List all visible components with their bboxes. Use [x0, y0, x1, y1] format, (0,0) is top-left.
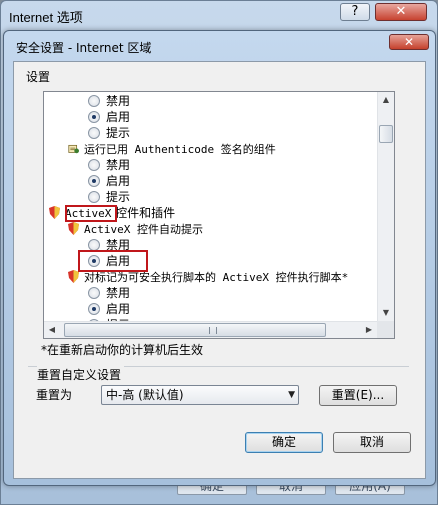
ok-button[interactable]: 确定: [245, 432, 323, 453]
tree-radio-disable[interactable]: 禁用: [88, 93, 130, 109]
shield-icon: [68, 222, 79, 235]
radio-button[interactable]: [88, 95, 100, 107]
tree-radio-enable[interactable]: 启用: [88, 109, 130, 125]
scrollbar-thumb[interactable]: [64, 323, 326, 337]
dialog-close-button[interactable]: ✕: [389, 34, 429, 50]
radio-button[interactable]: [88, 191, 100, 203]
certificate-icon: [68, 144, 79, 154]
scrollbar-corner: [377, 321, 394, 338]
activex-highlight-box: [65, 205, 117, 222]
tree-radio-disable[interactable]: 禁用: [88, 157, 130, 173]
restart-note: *在重新启动你的计算机后生效: [41, 343, 204, 357]
tree-radio-prompt[interactable]: 提示: [88, 189, 130, 205]
help-button[interactable]: ?: [340, 3, 370, 21]
radio-button-selected[interactable]: [88, 111, 100, 123]
radio-button[interactable]: [88, 159, 100, 171]
tree-radio-enable[interactable]: 启用: [88, 173, 130, 189]
radio-button-selected[interactable]: [88, 303, 100, 315]
tree-setting-activex-auto-prompt: ActiveX 控件自动提示: [68, 221, 203, 237]
reset-level-value: 中-高 (默认值): [106, 388, 184, 402]
horizontal-scrollbar[interactable]: ◀ ▶: [44, 321, 377, 338]
tree-radio-prompt[interactable]: 提示: [88, 125, 130, 141]
window-close-button[interactable]: ✕: [375, 3, 427, 21]
shield-icon: [49, 206, 60, 219]
chevron-right-icon[interactable]: ▶: [361, 322, 377, 338]
tree-radio-enable[interactable]: 启用: [88, 301, 130, 317]
cancel-button[interactable]: 取消: [333, 432, 411, 453]
enable-highlight-box: [78, 250, 148, 272]
reset-group-label: 重置自定义设置: [37, 366, 125, 383]
reset-level-select[interactable]: 中-高 (默认值) ▼: [101, 385, 299, 405]
radio-button[interactable]: [88, 287, 100, 299]
dropdown-arrow-icon[interactable]: ▼: [288, 386, 295, 404]
reset-button[interactable]: 重置(E)...: [319, 385, 397, 406]
vertical-scrollbar[interactable]: ▲ ▼: [377, 92, 394, 321]
scrollbar-grip: [209, 327, 217, 334]
radio-button[interactable]: [88, 127, 100, 139]
dialog-title: 安全设置 - Internet 区域: [16, 41, 152, 55]
settings-label: 设置: [26, 70, 51, 84]
window-title: Internet 选项: [9, 10, 83, 25]
scrollbar-thumb[interactable]: [379, 125, 393, 143]
chevron-up-icon[interactable]: ▲: [378, 92, 394, 108]
tree-group-authenticode: 运行已用 Authenticode 签名的组件: [68, 141, 276, 157]
reset-to-label: 重置为: [36, 388, 73, 402]
tree-radio-disable[interactable]: 禁用: [88, 285, 130, 301]
radio-button-selected[interactable]: [88, 175, 100, 187]
chevron-left-icon[interactable]: ◀: [44, 322, 60, 338]
settings-tree[interactable]: 禁用 启用 提示 运行已用 Authenticode 签名的组件 禁用 启用 提…: [43, 91, 395, 339]
chevron-down-icon[interactable]: ▼: [378, 305, 394, 321]
